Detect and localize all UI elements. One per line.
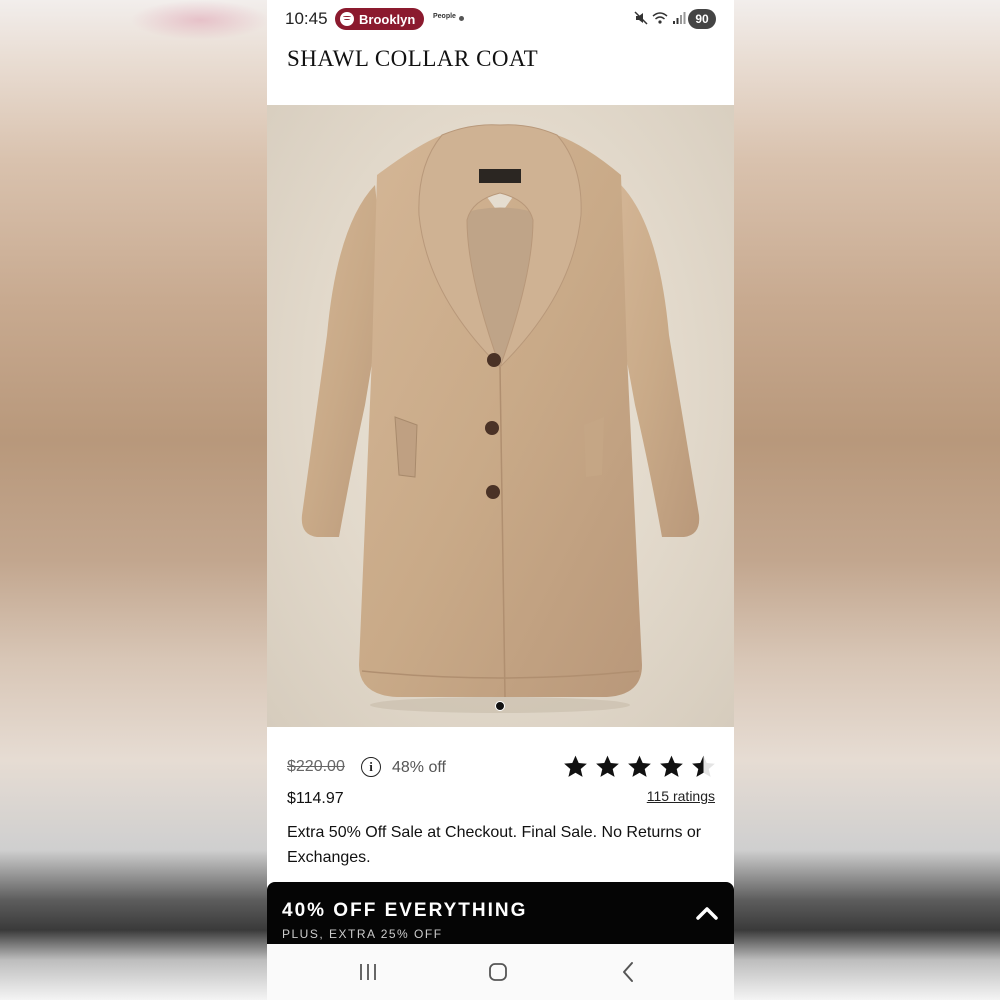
- wifi-icon: [652, 12, 668, 24]
- star-icon: [628, 755, 651, 777]
- battery-indicator: 90: [688, 9, 716, 29]
- ratings-count-link[interactable]: 115 ratings: [647, 788, 715, 804]
- home-icon[interactable]: [488, 962, 508, 982]
- discount-percent: 48% off: [392, 759, 446, 776]
- coat-illustration: [301, 124, 700, 713]
- promo-banner[interactable]: 40% OFF EVERYTHING PLUS, EXTRA 25% OFF: [267, 882, 734, 944]
- spotify-now-playing-pill[interactable]: Brooklyn: [335, 8, 425, 30]
- status-icons: [634, 11, 686, 25]
- status-bar: 10:45 Brooklyn People 90: [267, 0, 734, 38]
- notification-app-label: People: [433, 13, 456, 20]
- info-icon[interactable]: i: [361, 757, 381, 777]
- rating-stars[interactable]: [563, 754, 716, 779]
- promo-headline: 40% OFF EVERYTHING: [282, 900, 528, 921]
- status-time: 10:45: [285, 9, 328, 28]
- star-icon: [660, 755, 683, 777]
- promo-subline: PLUS, EXTRA 25% OFF: [282, 927, 443, 941]
- sale-price: $114.97: [287, 790, 344, 807]
- notification-dot: [459, 16, 464, 21]
- star-icon: [596, 755, 619, 777]
- chevron-up-icon[interactable]: [696, 906, 718, 920]
- product-image[interactable]: [267, 105, 734, 727]
- star-icon: [564, 755, 587, 777]
- carousel-indicator-dot[interactable]: [495, 701, 505, 711]
- half-star-icon: [692, 755, 715, 777]
- recents-icon[interactable]: [358, 963, 378, 981]
- mute-icon: [634, 11, 648, 25]
- phone-screen: 10:45 Brooklyn People 90 SHAWL COLLAR CO…: [267, 0, 734, 1000]
- signal-icon: [673, 12, 686, 24]
- system-navigation-bar: [267, 944, 734, 1000]
- product-title: SHAWL COLLAR COAT: [287, 46, 539, 71]
- back-icon[interactable]: [621, 961, 635, 983]
- background-accent: [130, 0, 270, 40]
- sale-note: Extra 50% Off Sale at Checkout. Final Sa…: [287, 824, 702, 866]
- spotify-label: Brooklyn: [359, 11, 416, 27]
- spotify-icon: [340, 12, 354, 26]
- original-price: $220.00: [287, 758, 345, 775]
